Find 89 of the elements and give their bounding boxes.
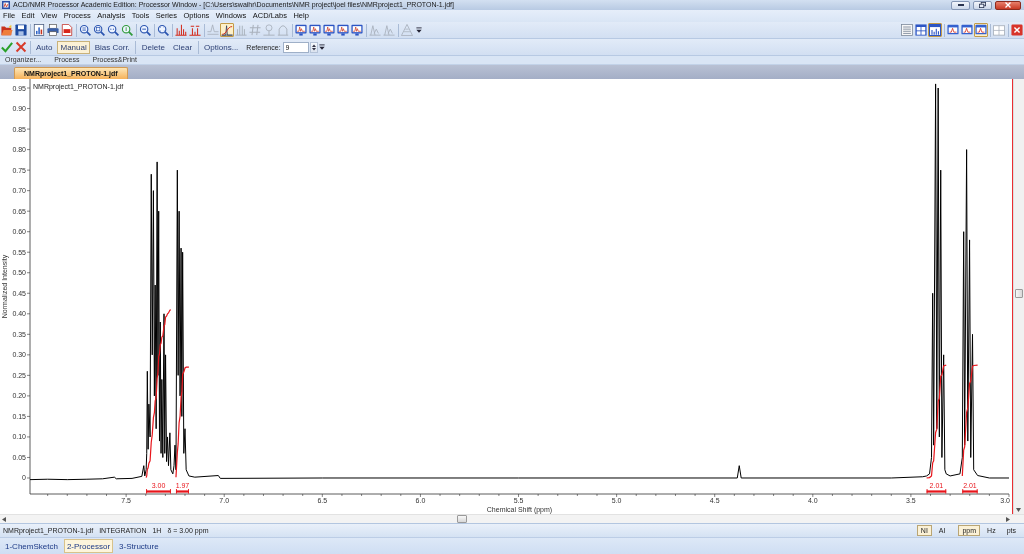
spectrum-window-icon	[975, 24, 987, 36]
peaks-icon	[189, 24, 201, 36]
close-icon	[1011, 24, 1023, 36]
horizontal-scrollbar[interactable]	[0, 514, 1024, 523]
hash-icon	[249, 24, 261, 36]
toolbar-button[interactable]	[350, 23, 364, 37]
spectrum-window-icon	[961, 24, 973, 36]
mode-button[interactable]: Auto	[33, 40, 56, 54]
peaks-icon	[235, 24, 247, 36]
printer-icon	[47, 24, 59, 36]
toolbar-button[interactable]	[336, 23, 350, 37]
scrollbar-thumb[interactable]	[1015, 289, 1023, 298]
monitor-icon	[323, 24, 335, 36]
magnifier-icon	[157, 24, 169, 36]
integral-icon	[221, 24, 233, 36]
toolbar-button[interactable]	[1010, 23, 1024, 37]
integral-bar	[146, 489, 171, 494]
toolbar-button[interactable]	[960, 23, 974, 37]
magnifier-icon	[107, 24, 119, 36]
document-chart-icon	[33, 24, 45, 36]
folder-icon	[1, 24, 13, 36]
mode-button[interactable]: Manual	[57, 40, 90, 54]
magnifier-icon	[93, 24, 105, 36]
module-tab[interactable]: 2-Processor	[63, 539, 114, 553]
zoom-out-icon	[139, 24, 151, 36]
document-icon	[61, 24, 73, 36]
spectrum-window-icon	[947, 24, 959, 36]
toolbar-button[interactable]	[138, 23, 152, 37]
peaks-icon	[369, 24, 381, 36]
toolbar-button[interactable]	[78, 23, 92, 37]
toolbar-button[interactable]	[946, 23, 960, 37]
module-tab[interactable]: 3-Structure	[116, 539, 162, 553]
arch-icon	[277, 24, 289, 36]
arrow-right-icon[interactable]	[1006, 517, 1010, 522]
close-icon	[1005, 2, 1011, 8]
magnifier-icon	[79, 24, 91, 36]
peaks-icon	[383, 24, 395, 36]
integral-bar	[926, 489, 947, 494]
up-down-arrows-icon	[311, 43, 316, 51]
toolbar-button[interactable]	[60, 23, 74, 37]
module-tab[interactable]: 1-ChemSketch	[2, 539, 61, 553]
triangle-icon	[401, 24, 413, 36]
toolbar-text-button[interactable]: Clear	[169, 40, 196, 54]
monitor-icon	[295, 24, 307, 36]
toolbar-button[interactable]	[46, 23, 60, 37]
peaks-icon	[175, 24, 187, 36]
mode-button[interactable]: Bias Corr.	[91, 40, 133, 54]
checkmark-icon	[1, 41, 13, 53]
close-button[interactable]	[995, 0, 1021, 10]
pin-icon	[263, 24, 275, 36]
window-icon	[993, 24, 1005, 36]
integral-bar	[962, 489, 978, 494]
list-icon	[901, 24, 913, 36]
monitor-icon	[309, 24, 321, 36]
app-icon	[2, 1, 10, 9]
restore-icon	[979, 2, 986, 8]
window-grid-icon	[915, 24, 927, 36]
magnifier-icon	[121, 24, 133, 36]
scrollbar-thumb[interactable]	[457, 515, 467, 523]
toolbar-button[interactable]	[294, 23, 308, 37]
spectrum-line-icon	[207, 24, 219, 36]
toolbar-button[interactable]	[220, 23, 234, 37]
toolbar-button[interactable]	[308, 23, 322, 37]
arrow-down-icon[interactable]	[1016, 508, 1021, 512]
minimize-button[interactable]	[951, 0, 970, 10]
toolbar-button[interactable]	[322, 23, 336, 37]
toolbar-button[interactable]	[928, 23, 942, 37]
toolbar-button[interactable]	[974, 23, 988, 37]
minimize-icon	[957, 4, 964, 6]
chart-window-icon	[929, 24, 941, 36]
toolbar-button[interactable]	[92, 23, 106, 37]
reject-button[interactable]	[14, 40, 28, 54]
restore-button[interactable]	[973, 0, 992, 10]
monitor-icon	[337, 24, 349, 36]
toolbar-button[interactable]	[106, 23, 120, 37]
integral-bar	[175, 489, 189, 494]
dropdown-arrow-icon	[319, 44, 326, 50]
options-button[interactable]: Options...	[201, 40, 242, 54]
monitor-icon	[351, 24, 363, 36]
toolbar-button[interactable]	[914, 23, 928, 37]
toolbar-button[interactable]	[156, 23, 170, 37]
cross-icon	[15, 41, 27, 53]
toolbar-button[interactable]	[14, 23, 28, 37]
toolbar-button[interactable]	[32, 23, 46, 37]
toolbar-text-button[interactable]: Delete	[138, 40, 168, 54]
arrow-left-icon[interactable]	[2, 517, 6, 522]
spinner-button[interactable]	[309, 41, 318, 53]
dropdown-arrow-icon	[415, 27, 422, 33]
vertical-scrollbar[interactable]	[1013, 79, 1024, 514]
